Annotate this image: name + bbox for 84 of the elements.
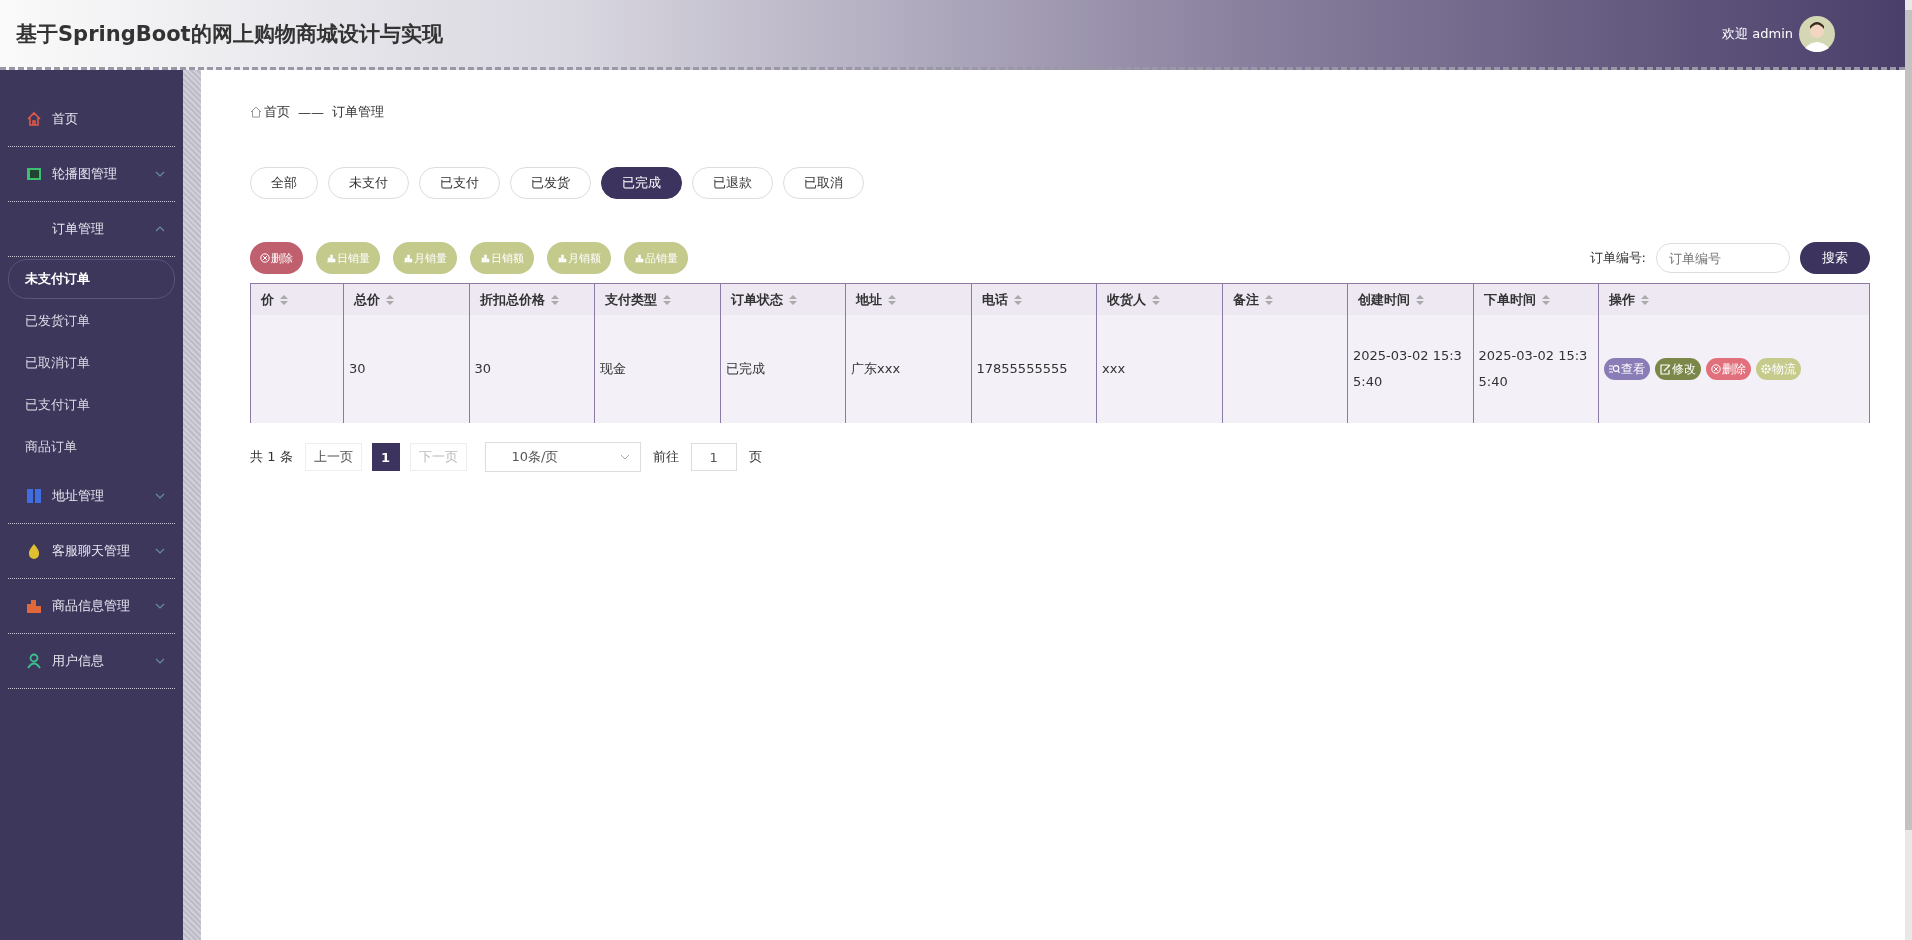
menu-item[interactable]: 客服聊天管理 (52, 542, 145, 560)
avatar-icon (1799, 15, 1835, 52)
page-unit: 页 (748, 448, 762, 466)
sort-icon (888, 294, 896, 305)
status-tab[interactable]: 已完成 (601, 167, 682, 199)
menu-item[interactable]: 地址管理 (52, 487, 145, 505)
column-header[interactable]: 收货人 (1107, 290, 1146, 309)
bar-chart-icon (634, 253, 644, 263)
sort-icon (1152, 294, 1160, 305)
status-tab[interactable]: 已支付 (419, 167, 500, 199)
bar-chart-icon (403, 253, 413, 263)
close-circle-icon (1711, 364, 1721, 374)
bar-chart-icon (557, 253, 567, 263)
sort-icon (1416, 294, 1424, 305)
table-cell: 现金 (600, 361, 626, 376)
submenu-item[interactable]: 已发货订单 (8, 301, 175, 341)
home-icon (250, 106, 262, 118)
status-tab[interactable]: 已退款 (692, 167, 773, 199)
search-field[interactable]: 订单编号 (1656, 243, 1790, 273)
search-button[interactable]: 搜索 (1800, 242, 1870, 274)
breadcrumb-current: 订单管理 (332, 103, 384, 121)
sort-icon (788, 294, 797, 305)
search-icon (1609, 364, 1620, 374)
edit-icon (1660, 363, 1671, 375)
table-cell: 2025-03-02 15:35:40 (1353, 348, 1462, 389)
panel-icon (26, 166, 42, 182)
menu-item[interactable]: 订单管理 (52, 220, 145, 238)
bar-chart-icon (480, 253, 490, 263)
page-button[interactable]: 1 (371, 443, 400, 471)
column-header[interactable]: 地址 (856, 290, 882, 309)
menu-item[interactable]: 商品信息管理 (52, 597, 145, 615)
submenu-item[interactable]: 未支付订单 (8, 259, 175, 299)
sort-icon (386, 294, 394, 305)
column-header[interactable]: 备注 (1232, 290, 1259, 309)
sort-icon (663, 294, 671, 305)
delete-button[interactable]: 删除 (250, 242, 303, 274)
status-tab[interactable]: 未支付 (328, 167, 409, 199)
menu-item[interactable]: 用户信息 (52, 652, 145, 670)
chevron-icon (619, 454, 630, 460)
sort-icon (1264, 294, 1273, 305)
goto-label: 前往 (652, 448, 679, 466)
column-header[interactable]: 操作 (1609, 290, 1635, 309)
table-cell: 已完成 (725, 361, 765, 376)
sort-icon (1641, 294, 1649, 305)
menu-item[interactable]: 首页 (52, 110, 165, 128)
search-label: 订单编号: (1589, 249, 1646, 267)
total-count: 共 1 条 (250, 448, 293, 466)
breadcrumb-link[interactable]: 首页 (264, 103, 290, 121)
buildings-icon (26, 598, 42, 614)
sort-icon (550, 294, 559, 305)
welcome-text: 欢迎 admin (1722, 24, 1793, 43)
sort-icon (280, 294, 288, 305)
sort-icon (1541, 294, 1550, 305)
bar-chart-icon (326, 253, 336, 263)
view-button[interactable]: 查看 (1604, 358, 1650, 380)
table-cell: 广东xxx (851, 361, 901, 376)
close-circle-icon (260, 253, 270, 263)
edit-button[interactable]: 修改 (1655, 358, 1701, 380)
table-cell: 17855555555 (976, 361, 1068, 376)
drop-icon (26, 543, 42, 559)
home-icon (26, 111, 42, 127)
prev-page-button[interactable]: 上一页 (304, 443, 362, 471)
column-header[interactable]: 电话 (981, 290, 1008, 309)
status-tab[interactable]: 全部 (250, 167, 318, 199)
page-input[interactable]: 1 (690, 443, 737, 471)
table-cell: 2025-03-02 15:35:40 (1478, 348, 1588, 389)
submenu-item[interactable]: 商品订单 (8, 427, 175, 467)
submenu-item[interactable]: 已取消订单 (8, 343, 175, 383)
status-tab[interactable]: 已取消 (783, 167, 864, 199)
column-header[interactable]: 价 (261, 290, 274, 309)
menu-item[interactable]: 轮播图管理 (52, 165, 145, 183)
column-header[interactable]: 总价 (354, 290, 380, 309)
app-title: 基于SpringBoot的网上购物商城设计与实现 (16, 20, 443, 48)
table-cell: 30 (474, 361, 492, 376)
page-size-select[interactable]: 10条/页 (484, 442, 641, 472)
user-icon (26, 653, 42, 669)
submenu-item[interactable]: 已支付订单 (8, 385, 175, 425)
table-cell: xxx (1102, 361, 1126, 376)
gear-icon (1761, 364, 1771, 374)
sort-icon (1013, 294, 1022, 305)
breadcrumb-separator: —— (298, 104, 324, 120)
grid-icon (26, 488, 42, 504)
table-cell: 30 (349, 361, 366, 376)
status-tab[interactable]: 已发货 (510, 167, 591, 199)
